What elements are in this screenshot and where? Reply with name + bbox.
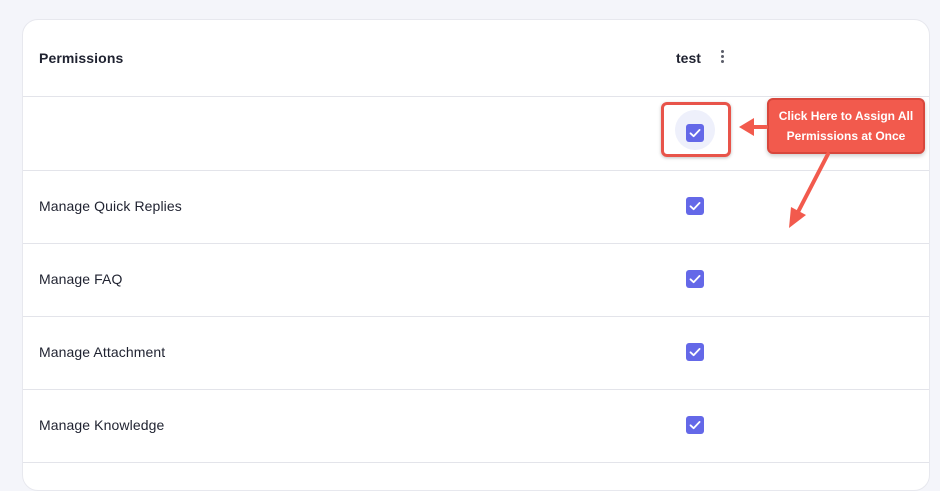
- permission-checkbox[interactable]: [686, 270, 704, 288]
- permission-label: Manage Quick Replies: [39, 198, 182, 214]
- column-menu-kebab-icon[interactable]: [716, 49, 728, 67]
- permission-row: Manage Attachment: [23, 316, 929, 390]
- permission-checkbox[interactable]: [686, 343, 704, 361]
- permission-label: Manage Attachment: [39, 344, 166, 360]
- permission-row: Manage Knowledge: [23, 389, 929, 463]
- permission-row: Manage Quick Replies: [23, 170, 929, 244]
- callout-line-1: Click Here to Assign All: [778, 109, 914, 123]
- permission-checkbox[interactable]: [686, 416, 704, 434]
- select-all-highlight-box: [661, 102, 731, 157]
- callout-line-2: Permissions at Once: [786, 129, 906, 143]
- checkmark-icon: [689, 275, 701, 284]
- table-header-row: Permissions test: [23, 20, 929, 97]
- permission-label: Manage FAQ: [39, 271, 123, 287]
- role-column-title: test: [676, 50, 701, 66]
- permission-label: Manage Knowledge: [39, 417, 165, 433]
- checkmark-icon: [689, 348, 701, 357]
- checkmark-icon: [689, 421, 701, 430]
- permissions-column-header: Permissions: [39, 50, 124, 66]
- checkmark-icon: [689, 202, 701, 211]
- permissions-card: Permissions test Manage Quick Replies Ma…: [22, 19, 930, 491]
- permission-row: Manage FAQ: [23, 243, 929, 317]
- annotation-callout: Click Here to Assign All Permissions at …: [767, 98, 925, 154]
- permission-checkbox[interactable]: [686, 197, 704, 215]
